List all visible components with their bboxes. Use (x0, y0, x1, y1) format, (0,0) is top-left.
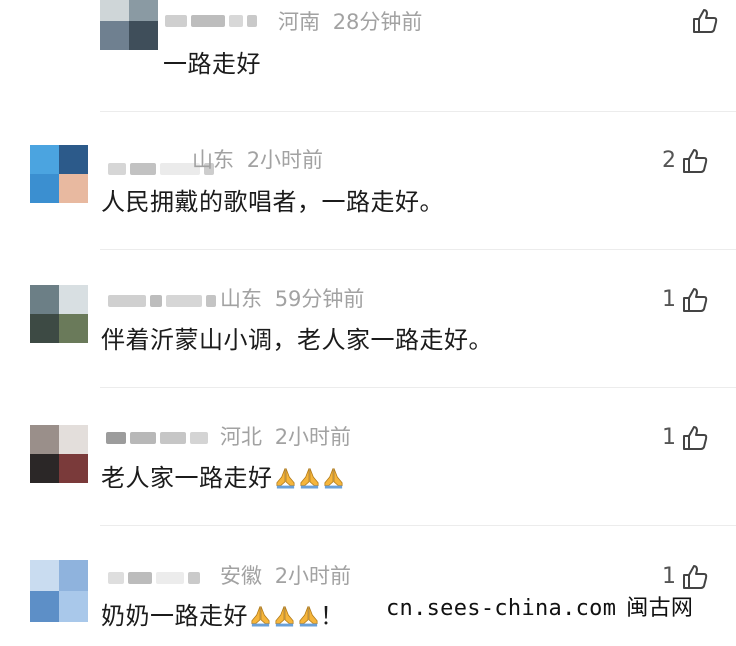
avatar[interactable] (30, 285, 88, 343)
comment-meta: 山东 59分钟前 (220, 287, 364, 311)
comment-time: 2小时前 (274, 425, 352, 449)
comment-text-body: 老人家一路走好 (101, 464, 273, 492)
like-button[interactable]: 1 (662, 564, 708, 590)
like-button[interactable]: 1 (662, 425, 708, 451)
blurred-username[interactable] (108, 569, 200, 587)
comment-time: 2小时前 (274, 564, 352, 588)
comment-meta: 河南 28分钟前 (278, 10, 422, 34)
comment-location: 山东 (192, 148, 234, 172)
comment-text-body: 伴着沂蒙山小调，老人家一路走好。 (101, 326, 493, 354)
thumbs-up-icon (683, 565, 708, 589)
divider (100, 387, 736, 388)
thumbs-up-icon (693, 9, 718, 33)
comment-location: 山东 (220, 287, 262, 311)
comment-text-body: 一路走好 (163, 50, 261, 78)
comment-meta: 山东 2小时前 (192, 148, 323, 172)
comment-location: 河北 (220, 425, 262, 449)
praying-hands-emoji (323, 468, 343, 489)
comment-text: 人民拥戴的歌唱者，一路走好。 (101, 187, 444, 217)
comment-text: 一路走好 (163, 49, 261, 79)
praying-hands-emoji (251, 606, 270, 627)
comment-text: 奶奶一路走好 ！ (101, 601, 345, 631)
blurred-username[interactable] (108, 292, 216, 310)
like-count: 2 (662, 148, 676, 173)
praying-hands-emoji (275, 606, 294, 627)
comment-meta: 河北 2小时前 (220, 425, 351, 449)
comment-text-body: 人民拥戴的歌唱者，一路走好。 (101, 188, 444, 216)
avatar[interactable] (30, 145, 88, 203)
comment-location: 安徽 (220, 564, 262, 588)
thumbs-up-icon (683, 288, 708, 312)
thumbs-up-icon (683, 149, 708, 173)
praying-hands-emoji (299, 468, 319, 489)
comment-text-suffix: ！ (320, 602, 345, 630)
like-count: 1 (662, 287, 676, 312)
like-button[interactable]: 1 (662, 287, 708, 313)
comment-time: 2小时前 (246, 148, 324, 172)
comment-meta: 安徽 2小时前 (220, 564, 351, 588)
comment-time: 59分钟前 (274, 287, 365, 311)
like-button[interactable] (686, 8, 718, 34)
thumbs-up-icon (683, 426, 708, 450)
comment-time: 28分钟前 (332, 10, 423, 34)
blurred-username[interactable] (106, 429, 208, 447)
watermark-domain: cn.sees-china.com (386, 596, 617, 621)
avatar[interactable] (100, 0, 158, 50)
like-count: 1 (662, 425, 676, 450)
divider (100, 111, 736, 112)
watermark: cn.sees-china.com 闽古网 (380, 590, 700, 622)
praying-hands-emoji (275, 468, 295, 489)
like-button[interactable]: 2 (662, 148, 708, 174)
avatar[interactable] (30, 425, 88, 483)
comment-text: 老人家一路走好 (101, 463, 345, 493)
praying-hands-emoji (299, 606, 318, 627)
comment-text-body: 奶奶一路走好 (101, 602, 248, 630)
avatar[interactable] (30, 560, 88, 622)
watermark-name: 闽古网 (626, 596, 694, 621)
emoji-row (248, 602, 320, 630)
divider (100, 249, 736, 250)
like-count: 1 (662, 564, 676, 589)
comment-text: 伴着沂蒙山小调，老人家一路走好。 (101, 325, 493, 355)
divider (100, 525, 736, 526)
emoji-row (273, 464, 345, 492)
comment-location: 河南 (278, 10, 320, 34)
blurred-username[interactable] (165, 12, 257, 30)
